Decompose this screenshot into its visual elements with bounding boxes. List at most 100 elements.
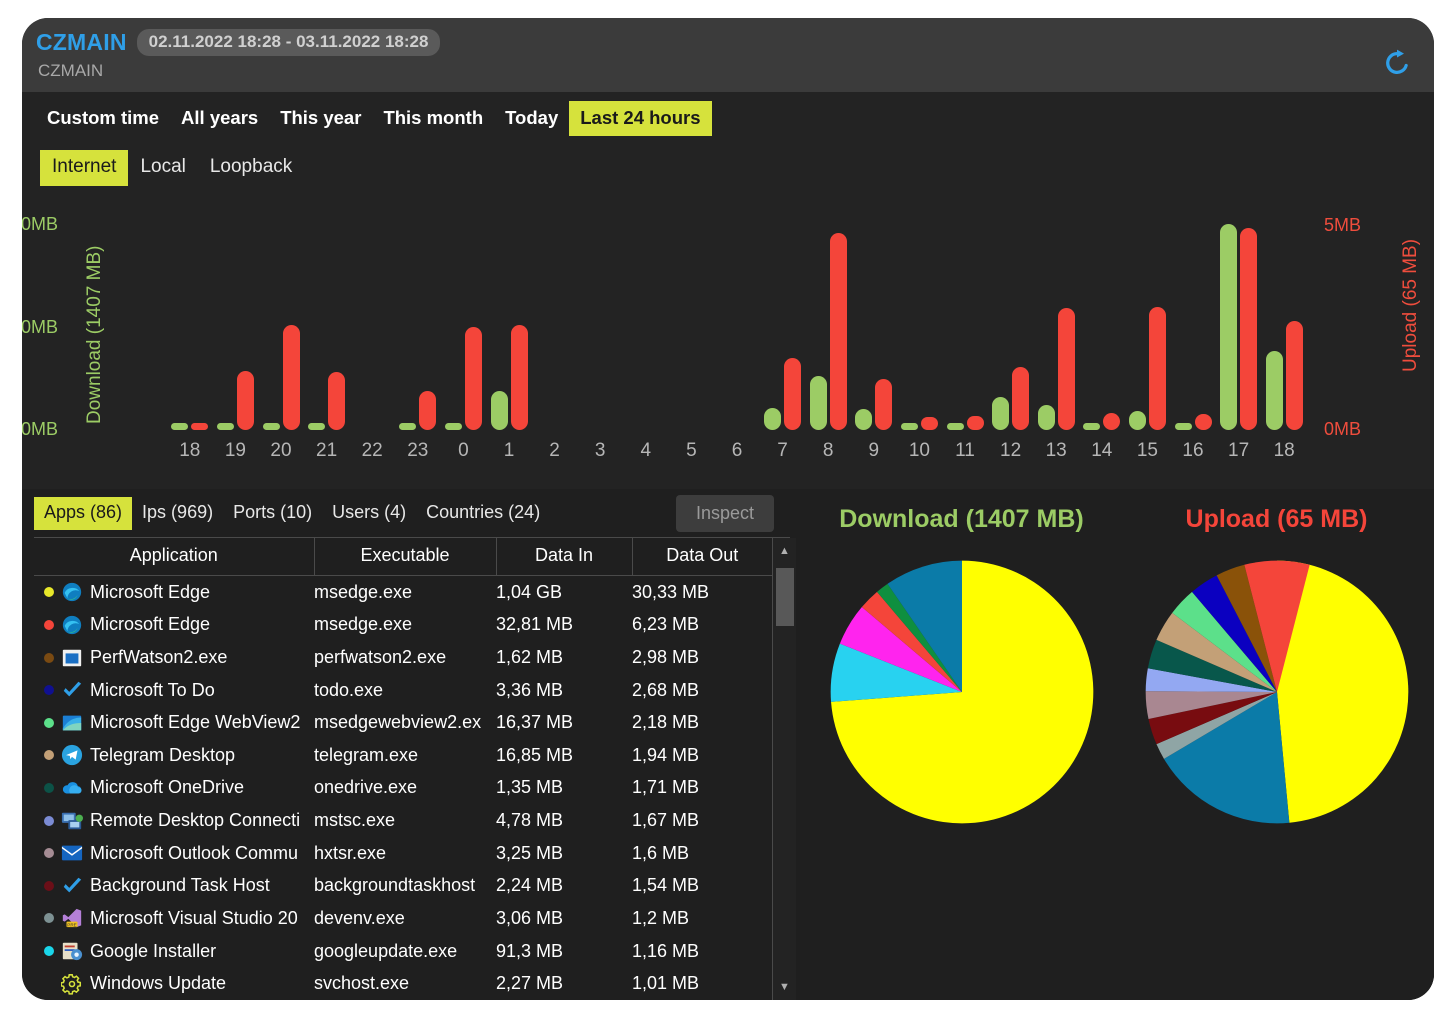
- chart-hour-group[interactable]: [624, 210, 668, 430]
- series-color-dot: [44, 880, 54, 891]
- category-tab-ports[interactable]: Ports (10): [223, 497, 322, 530]
- series-color-dot: [44, 946, 54, 956]
- chart-hour-group[interactable]: [213, 210, 257, 430]
- scope-tab-loopback[interactable]: Loopback: [198, 150, 304, 186]
- chart-hour-group[interactable]: [1125, 210, 1169, 430]
- cell-data-out: 1,54 MB: [632, 875, 700, 896]
- chart-hour-group[interactable]: [441, 210, 485, 430]
- table-row[interactable]: Telegram Desktop telegram.exe 16,85 MB 1,94…: [34, 739, 772, 772]
- table-row[interactable]: Background Task Host backgroundtaskhost 2,…: [34, 869, 772, 902]
- upload-pie-title: Upload (65 MB): [1185, 505, 1368, 533]
- chart-bar-download: [946, 423, 964, 430]
- chart-hour-group[interactable]: [852, 210, 896, 430]
- chart-plot-area: [167, 210, 1307, 430]
- scroll-down-icon[interactable]: ▼: [773, 976, 796, 998]
- period-tab-today[interactable]: Today: [494, 101, 569, 136]
- refresh-icon[interactable]: [1380, 46, 1414, 80]
- chart-hour-group[interactable]: [1217, 210, 1261, 430]
- chart-bar-download: [262, 423, 280, 430]
- table-row[interactable]: Microsoft Edge WebView2 msedgewebview2.ex…: [34, 706, 772, 739]
- gear-icon: [60, 973, 83, 995]
- category-tab-ips[interactable]: Ips (969): [132, 497, 223, 530]
- chart-bar-upload: [875, 378, 893, 430]
- application-name: Microsoft Visual Studio 20: [90, 907, 298, 928]
- inspect-button[interactable]: Inspect: [675, 495, 774, 532]
- scope-tab-internet[interactable]: Internet: [40, 150, 129, 186]
- table-row[interactable]: Remote Desktop Connecti mstsc.exe 4,78 MB 1…: [34, 804, 772, 837]
- chart-bar-download: [855, 408, 873, 430]
- table-row[interactable]: Microsoft OneDrive onedrive.exe 1,35 MB 1,7…: [34, 772, 772, 805]
- table-row[interactable]: PerfWatson2.exe perfwatson2.exe 1,62 MB 2,9…: [34, 641, 772, 674]
- column-header-data-in[interactable]: Data In: [496, 538, 633, 576]
- table-row[interactable]: Microsoft Outlook Commu hxtsr.exe 3,25 MB 1…: [34, 837, 772, 870]
- chart-hour-group[interactable]: [1034, 210, 1078, 430]
- cell-data-out: 2,18 MB: [632, 712, 700, 733]
- category-tab-countries[interactable]: Countries (24): [416, 497, 550, 530]
- period-tab-last-24-hours[interactable]: Last 24 hours: [569, 100, 712, 136]
- table-row[interactable]: Microsoft To Do todo.exe 3,36 MB 2,68 MB: [34, 674, 772, 707]
- check-icon: [61, 679, 83, 701]
- chart-bar-upload: [1012, 366, 1030, 430]
- chart-bar-download: [809, 376, 827, 430]
- download-pie-chart[interactable]: [828, 558, 1096, 826]
- series-color-dot: [44, 587, 54, 598]
- category-tab-users[interactable]: Users (4): [322, 497, 416, 530]
- chart-hour-group[interactable]: [533, 210, 577, 430]
- table-row[interactable]: Windows Update svchost.exe 2,27 MB 1,01 MB: [34, 967, 772, 1000]
- chart-y-axis-label-download: Download (1407 MB): [84, 245, 105, 424]
- chart-x-tick-label: 20: [270, 440, 292, 461]
- chart-hour-group[interactable]: [350, 210, 394, 430]
- column-header-application[interactable]: Application: [34, 538, 315, 576]
- chart-hour-group[interactable]: [168, 210, 212, 430]
- chart-bar-download: [1220, 223, 1238, 430]
- period-tab-all-years[interactable]: All years: [170, 101, 269, 136]
- chart-hour-group[interactable]: [578, 210, 622, 430]
- chart-hour-group[interactable]: [715, 210, 759, 430]
- chart-hour-group[interactable]: [761, 210, 805, 430]
- cell-data-in: 3,36 MB: [496, 679, 564, 700]
- chart-bar-upload: [1240, 227, 1258, 430]
- cell-executable: svchost.exe: [314, 973, 410, 994]
- table-row[interactable]: PRE Microsoft Visual Studio 20 devenv.exe 3…: [34, 902, 772, 935]
- chart-hour-group[interactable]: [1080, 210, 1124, 430]
- apps-table: Application Executable Data In Data Out …: [34, 538, 772, 1000]
- category-tab-apps[interactable]: Apps (86): [34, 496, 133, 530]
- title-bar: CZMAIN 02.11.2022 18:28 - 03.11.2022 18:…: [22, 18, 1434, 92]
- chart-hour-group[interactable]: [669, 210, 713, 430]
- table-row[interactable]: Microsoft Edge msedge.exe 32,81 MB 6,23 MB: [34, 609, 772, 642]
- chart-hour-group[interactable]: [1262, 210, 1306, 430]
- application-name: Background Task Host: [90, 875, 270, 896]
- chart-bar-upload: [966, 415, 984, 430]
- svg-text:PRE: PRE: [67, 923, 76, 928]
- period-tab-this-year[interactable]: This year: [269, 101, 372, 136]
- chart-hour-group[interactable]: [259, 210, 303, 430]
- application-name: Microsoft Edge: [90, 614, 211, 635]
- chart-hour-group[interactable]: [989, 210, 1033, 430]
- chart-hour-group[interactable]: [305, 210, 349, 430]
- table-row[interactable]: Google Installer googleupdate.exe 91,3 MB 1…: [34, 935, 772, 968]
- chart-hour-group[interactable]: [943, 210, 987, 430]
- scope-tab-local[interactable]: Local: [128, 150, 197, 186]
- cell-data-in: 3,06 MB: [496, 907, 564, 928]
- column-header-data-out[interactable]: Data Out: [632, 538, 772, 576]
- series-color-dot: [44, 619, 54, 630]
- column-header-executable[interactable]: Executable: [314, 538, 497, 576]
- chart-hour-group[interactable]: [1171, 210, 1215, 430]
- cell-executable: perfwatson2.exe: [314, 647, 447, 668]
- cell-data-out: 1,67 MB: [632, 810, 700, 831]
- chart-hour-group[interactable]: [396, 210, 440, 430]
- table-row[interactable]: Microsoft Edge msedge.exe 1,04 GB 30,33 MB: [34, 576, 772, 609]
- series-color-dot: [44, 782, 54, 793]
- scroll-up-icon[interactable]: ▲: [773, 540, 796, 562]
- chart-bar-upload: [1103, 412, 1121, 430]
- scrollbar-thumb[interactable]: [776, 568, 794, 626]
- period-tab-this-month[interactable]: This month: [372, 101, 494, 136]
- cell-data-in: 4,78 MB: [496, 810, 564, 831]
- period-tab-custom-time[interactable]: Custom time: [36, 101, 170, 136]
- chart-hour-group[interactable]: [897, 210, 941, 430]
- chart-bar-upload: [236, 370, 254, 430]
- chart-hour-group[interactable]: [487, 210, 531, 430]
- apps-table-scrollbar[interactable]: ▲ ▼: [772, 538, 796, 1000]
- upload-pie-chart[interactable]: [1143, 558, 1411, 826]
- chart-hour-group[interactable]: [806, 210, 850, 430]
